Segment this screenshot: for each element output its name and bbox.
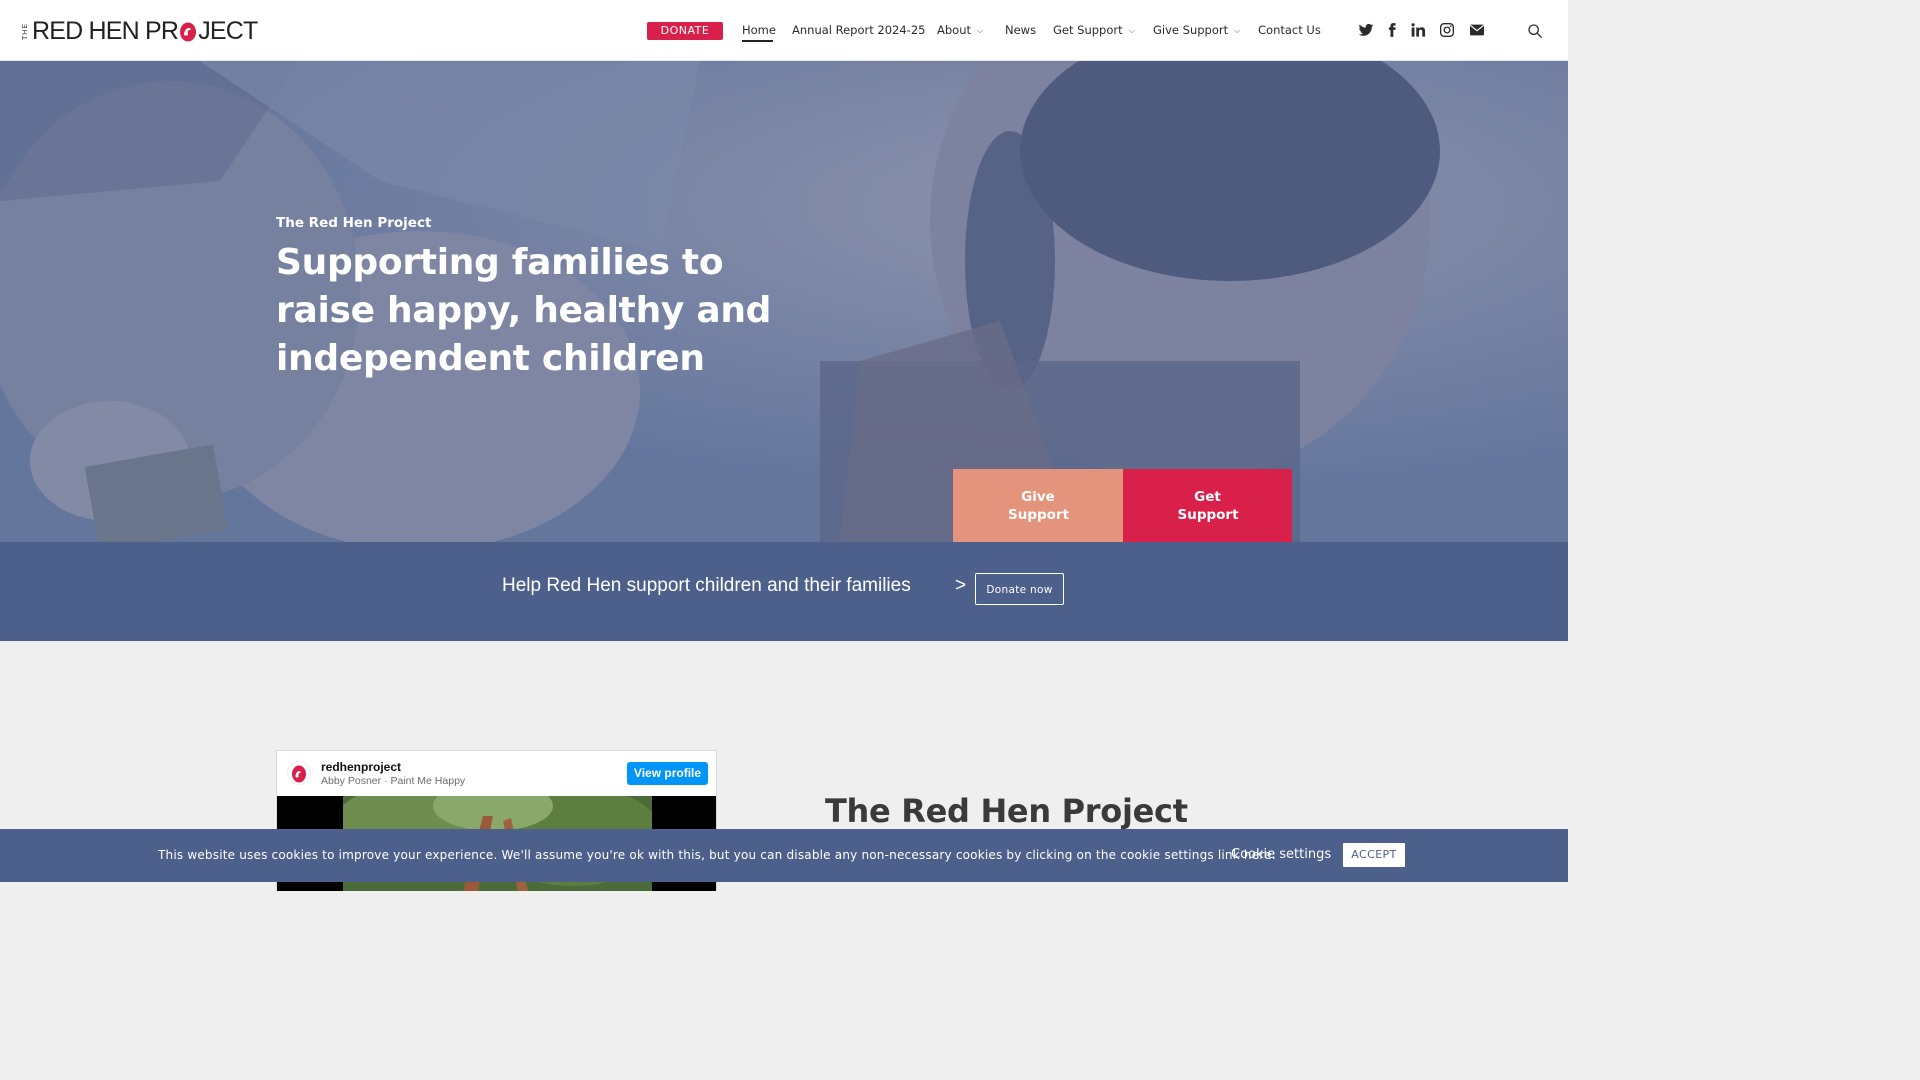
logo-egg-icon [180,22,197,42]
nav-item-home[interactable]: Home [742,23,776,39]
nav-item-label: Get Support [1053,23,1123,37]
logo-text-part1: RED HEN PR [32,16,179,45]
site-logo[interactable]: THE RED HEN PR JECT [22,14,258,48]
nav-item-give-support[interactable]: Give Support ⌵ [1153,23,1240,39]
chevron-down-icon: ⌵ [1128,26,1135,35]
donate-now-button[interactable]: Donate now [975,573,1064,605]
site-header: THE RED HEN PR JECT DONATE Home Annual R… [0,0,1568,61]
instagram-icon[interactable] [1439,22,1455,38]
avatar[interactable] [287,761,311,785]
hero-title: Supporting families to raise happy, heal… [276,242,772,379]
give-support-label: Give Support [1008,488,1070,523]
nav-item-label: Contact Us [1258,23,1321,37]
cookie-settings-link[interactable]: Cookie settings [1231,847,1331,862]
section-title: The Red Hen Project [825,792,1188,830]
nav-item-label: About [937,23,972,37]
donate-button[interactable]: DONATE [647,22,723,40]
cookie-notice-text: This website uses cookies to improve you… [158,848,1276,862]
hero-kicker: The Red Hen Project [276,215,432,231]
nav-item-label: Home [742,23,776,37]
nav-item-label: News [1005,23,1037,37]
chevron-down-icon: ⌵ [977,26,984,35]
logo-the-text: THE [22,23,29,40]
hero-section: The Red Hen Project Supporting families … [0,61,1568,542]
view-profile-button[interactable]: View profile [627,762,708,785]
nav-item-label: Annual Report 2024-25 [792,23,926,37]
twitter-icon[interactable] [1358,22,1374,38]
give-support-button[interactable]: Give Support [953,469,1123,542]
cookie-accept-button[interactable]: ACCEPT [1343,843,1405,867]
nav-item-get-support[interactable]: Get Support ⌵ [1053,23,1135,39]
donate-band-text: Help Red Hen support children and their … [502,575,911,596]
cookie-bar: This website uses cookies to improve you… [0,829,1568,882]
get-support-button[interactable]: Get Support [1123,469,1292,542]
nav-item-annual-report[interactable]: Annual Report 2024-25 [792,23,925,39]
facebook-icon[interactable] [1384,22,1400,38]
nav-item-about[interactable]: About ⌵ [937,23,983,39]
nav-item-news[interactable]: News [1005,23,1036,39]
chevron-down-icon: ⌵ [1234,26,1241,35]
logo-wordmark: RED HEN PR JECT [32,17,258,46]
instagram-username[interactable]: redhenproject [321,760,401,774]
linkedin-icon[interactable] [1410,22,1426,38]
nav-item-label: Give Support [1153,23,1229,37]
arrow-right-icon: > [955,575,967,596]
instagram-subtitle: Abby Posner · Paint Me Happy [321,775,466,787]
logo-text-part2: JECT [198,16,258,45]
email-icon[interactable] [1469,22,1485,38]
nav-item-contact[interactable]: Contact Us [1258,23,1321,39]
get-support-label: Get Support [1177,488,1239,523]
search-icon[interactable] [1527,23,1543,39]
donate-band: Help Red Hen support children and their … [0,542,1568,641]
nav-active-underline [742,40,773,42]
